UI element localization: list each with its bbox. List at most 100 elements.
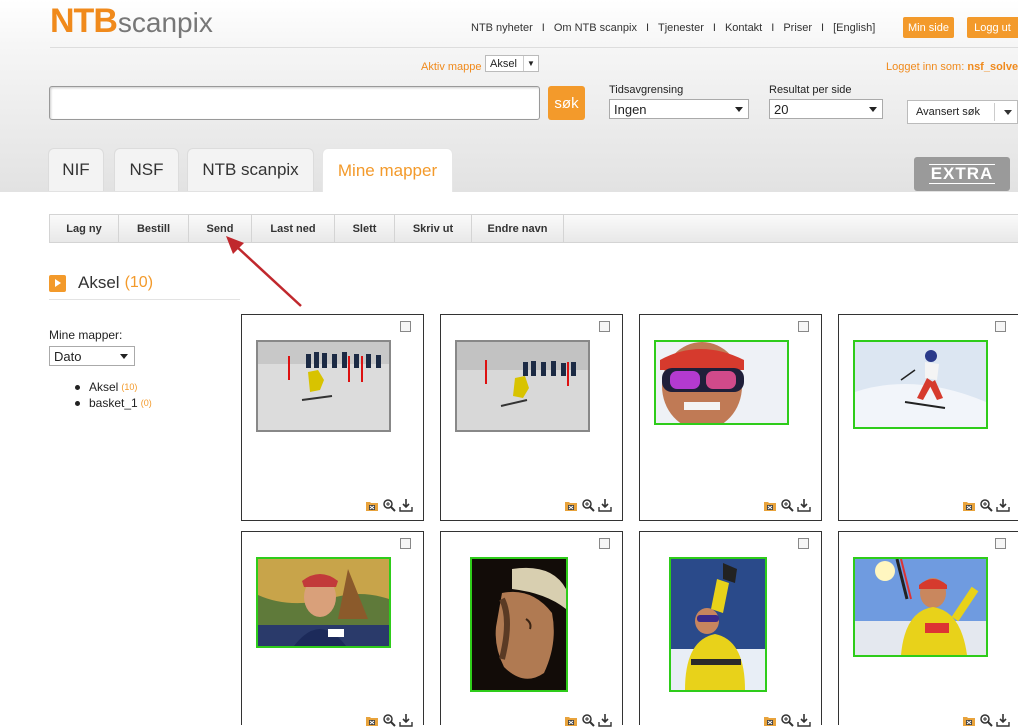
chevron-down-icon bbox=[120, 354, 128, 359]
tidsavgrensing-label: Tidsavgrensing bbox=[609, 84, 684, 96]
photo-thumbnail[interactable] bbox=[256, 557, 391, 648]
chevron-down-icon[interactable] bbox=[1004, 110, 1012, 115]
nav-link-priser[interactable]: Priser bbox=[783, 22, 812, 34]
search-button[interactable]: søk bbox=[548, 86, 585, 120]
bestill-button[interactable]: Bestill bbox=[119, 215, 189, 242]
photo-thumbnail[interactable] bbox=[654, 340, 789, 425]
photo-slalom-gate-2 bbox=[457, 342, 588, 430]
sort-select[interactable]: Dato bbox=[49, 346, 135, 366]
download-icon[interactable] bbox=[399, 498, 413, 512]
action-toolbar: Lag ny Bestill Send Last ned Slett Skriv… bbox=[49, 214, 1018, 243]
nav-separator: I bbox=[771, 22, 775, 34]
folder-link[interactable]: basket_1 bbox=[89, 396, 138, 410]
avansert-sok-label: Avansert søk bbox=[916, 106, 980, 118]
endre-navn-button[interactable]: Endre navn bbox=[472, 215, 564, 242]
photo-card[interactable] bbox=[639, 314, 822, 521]
card-actions bbox=[962, 498, 1010, 512]
bullet-icon bbox=[75, 384, 80, 390]
photo-card[interactable] bbox=[241, 314, 424, 521]
logged-in-status: Logget inn som: nsf_solve bbox=[886, 61, 1018, 73]
logged-in-user: nsf_solve bbox=[967, 61, 1018, 73]
nav-separator: I bbox=[821, 22, 825, 34]
photo-thumbnail[interactable] bbox=[853, 557, 988, 657]
tab-mine-mapper[interactable]: Mine mapper bbox=[322, 148, 453, 192]
photo-thumbnail[interactable] bbox=[669, 557, 767, 692]
last-ned-button[interactable]: Last ned bbox=[252, 215, 335, 242]
nav-link-tjenester[interactable]: Tjenester bbox=[658, 22, 704, 34]
avansert-sok-button[interactable]: Avansert søk bbox=[907, 100, 1018, 124]
photo-thumbnail[interactable] bbox=[455, 340, 590, 432]
search-input[interactable] bbox=[49, 86, 540, 120]
nav-link-english[interactable]: [English] bbox=[833, 22, 875, 34]
photo-thumbnail[interactable] bbox=[256, 340, 391, 432]
send-button[interactable]: Send bbox=[189, 215, 252, 242]
chevron-down-icon bbox=[735, 107, 743, 112]
remove-from-folder-icon[interactable] bbox=[763, 498, 777, 512]
remove-from-folder-icon[interactable] bbox=[962, 498, 976, 512]
ntb-scanpix-logo[interactable]: NTBscanpix bbox=[50, 2, 213, 42]
card-actions bbox=[365, 498, 413, 512]
skriv-ut-button[interactable]: Skriv ut bbox=[395, 215, 472, 242]
min-side-button[interactable]: Min side bbox=[903, 17, 954, 38]
tidsavgrensing-select[interactable]: Ingen bbox=[609, 99, 749, 119]
select-checkbox[interactable] bbox=[599, 538, 610, 549]
download-icon[interactable] bbox=[598, 498, 612, 512]
folder-link[interactable]: Aksel bbox=[89, 380, 118, 394]
photo-card[interactable] bbox=[639, 531, 822, 727]
photo-skier-goggles-closeup bbox=[656, 342, 787, 423]
bullet-icon bbox=[75, 400, 80, 406]
extra-badge[interactable]: EXTRA bbox=[914, 157, 1010, 191]
logo-scanpix-text: scanpix bbox=[117, 7, 213, 38]
nav-link-kontakt[interactable]: Kontakt bbox=[725, 22, 762, 34]
photo-card[interactable] bbox=[838, 531, 1018, 727]
nav-separator: I bbox=[645, 22, 650, 34]
photo-card[interactable] bbox=[440, 314, 623, 521]
tab-ntb-scanpix[interactable]: NTB scanpix bbox=[187, 148, 314, 191]
select-checkbox[interactable] bbox=[798, 538, 809, 549]
zoom-icon[interactable] bbox=[382, 498, 396, 512]
folder-list: Aksel (10) basket_1 (0) bbox=[75, 379, 152, 411]
card-actions bbox=[564, 498, 612, 512]
lag-ny-button[interactable]: Lag ny bbox=[50, 215, 119, 242]
photo-card[interactable] bbox=[838, 314, 1018, 521]
extra-badge-label: EXTRA bbox=[928, 164, 996, 184]
remove-from-folder-icon[interactable] bbox=[564, 498, 578, 512]
photo-slalom-gate-1 bbox=[258, 342, 389, 430]
photo-skier-celebrating bbox=[855, 559, 986, 655]
photo-portrait-profile bbox=[472, 559, 566, 690]
list-item[interactable]: basket_1 (0) bbox=[75, 395, 152, 411]
photo-card[interactable] bbox=[241, 531, 424, 727]
select-checkbox[interactable] bbox=[599, 321, 610, 332]
list-item[interactable]: Aksel (10) bbox=[75, 379, 152, 395]
nav-link-ntb-nyheter[interactable]: NTB nyheter bbox=[471, 22, 533, 34]
card-actions bbox=[763, 498, 811, 512]
logg-ut-button[interactable]: Logg ut bbox=[967, 17, 1018, 38]
select-checkbox[interactable] bbox=[995, 321, 1006, 332]
remove-from-folder-icon[interactable] bbox=[365, 498, 379, 512]
nav-separator: I bbox=[541, 22, 545, 34]
photo-thumbnail[interactable] bbox=[470, 557, 568, 692]
photo-card[interactable] bbox=[440, 531, 623, 727]
zoom-icon[interactable] bbox=[979, 498, 993, 512]
aktiv-mappe-select[interactable]: Aksel ▼ bbox=[485, 55, 539, 72]
chevron-down-icon bbox=[869, 107, 877, 112]
select-checkbox[interactable] bbox=[798, 321, 809, 332]
download-icon[interactable] bbox=[797, 498, 811, 512]
tab-nsf[interactable]: NSF bbox=[114, 148, 179, 191]
select-checkbox[interactable] bbox=[400, 538, 411, 549]
slett-button[interactable]: Slett bbox=[335, 215, 395, 242]
nav-link-om-ntb-scanpix[interactable]: Om NTB scanpix bbox=[554, 22, 637, 34]
resultat-per-side-select[interactable]: 20 bbox=[769, 99, 883, 119]
tab-nif[interactable]: NIF bbox=[48, 148, 104, 191]
sort-value: Dato bbox=[54, 348, 82, 364]
photo-portrait-outdoor bbox=[258, 559, 389, 646]
photo-thumbnail[interactable] bbox=[853, 340, 988, 429]
select-checkbox[interactable] bbox=[995, 538, 1006, 549]
download-icon[interactable] bbox=[996, 498, 1010, 512]
photo-skier-yellow-suit bbox=[671, 559, 765, 690]
zoom-icon[interactable] bbox=[780, 498, 794, 512]
zoom-icon[interactable] bbox=[581, 498, 595, 512]
logo-ntb-text: NTB bbox=[50, 2, 118, 40]
select-checkbox[interactable] bbox=[400, 321, 411, 332]
resultat-per-side-value: 20 bbox=[774, 101, 789, 117]
